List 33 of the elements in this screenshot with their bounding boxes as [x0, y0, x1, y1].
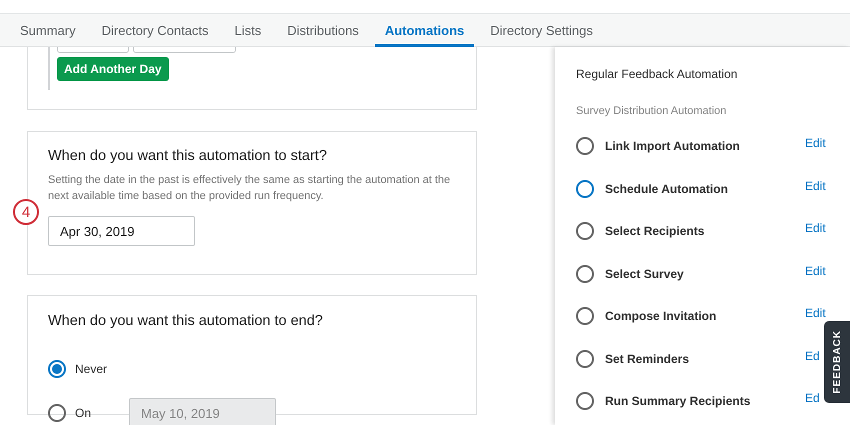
edit-link[interactable]: Ed: [805, 348, 820, 363]
input-field[interactable]: [133, 47, 236, 53]
panel-title: Regular Feedback Automation: [576, 67, 738, 81]
step-label[interactable]: Set Reminders: [605, 352, 805, 366]
edit-link[interactable]: Edit: [805, 264, 826, 278]
add-day-button[interactable]: Add Another Day: [57, 57, 169, 81]
tab[interactable]: Directory Contacts: [92, 14, 219, 47]
tab[interactable]: Lists: [224, 14, 272, 47]
card-title: When do you want this automation to end?: [48, 313, 324, 329]
edit-link[interactable]: Ed: [805, 391, 820, 406]
tab[interactable]: Summary: [10, 14, 86, 47]
tab[interactable]: Directory Settings: [480, 14, 603, 47]
step-label[interactable]: Select Recipients: [605, 224, 805, 238]
step-label[interactable]: Compose Invitation: [605, 309, 805, 324]
edit-link[interactable]: Edit: [805, 136, 826, 150]
input-field[interactable]: [57, 47, 129, 53]
description: Setting the date in the past is effectively the same as starting the automation at the next available time based on the provided run frequency.: [48, 173, 452, 204]
step-label[interactable]: Schedule Automation: [605, 182, 805, 196]
edit-link[interactable]: Edit: [805, 306, 826, 320]
date-field[interactable]: Apr 30, 2019: [48, 216, 195, 246]
tab[interactable]: Distributions: [277, 14, 369, 47]
step-label[interactable]: Select Survey: [605, 266, 805, 281]
option-label: Never: [75, 362, 108, 376]
option-label: On: [75, 406, 92, 420]
feedback-tab[interactable]: FEEDBACK: [824, 321, 850, 403]
step-badge: 4: [13, 199, 39, 225]
radio-button[interactable]: [48, 360, 66, 378]
card-title: When do you want this automation to start?: [48, 148, 328, 164]
edit-link[interactable]: Edit: [805, 221, 826, 236]
edit-link[interactable]: Edit: [805, 178, 826, 193]
step-label[interactable]: Run Summary Recipients: [605, 394, 805, 408]
step-label[interactable]: Link Import Automation: [605, 139, 805, 154]
panel-subtitle: Survey Distribution Automation: [576, 105, 728, 117]
